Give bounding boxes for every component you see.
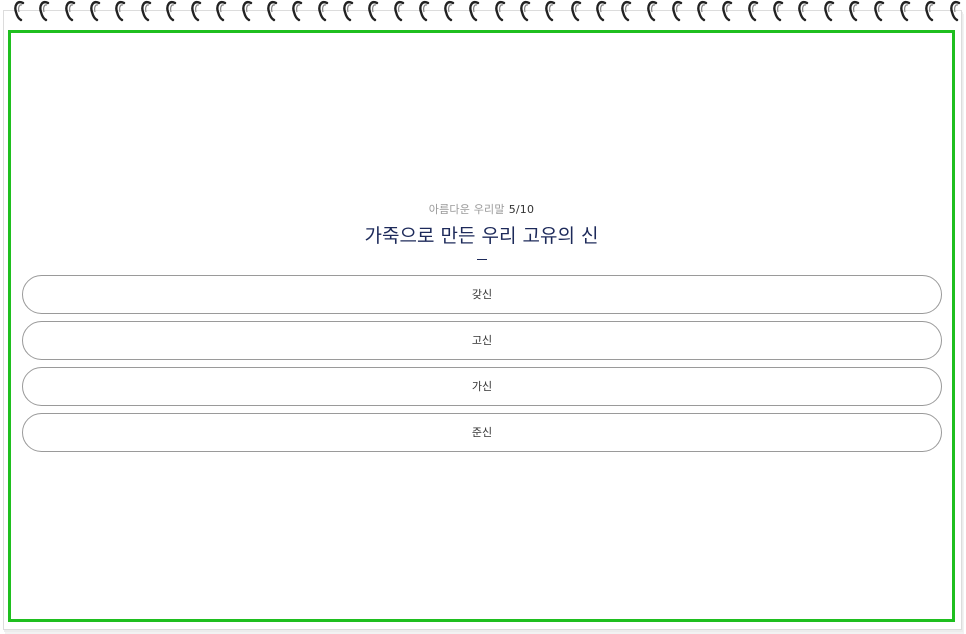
spiral-ring-icon [140,1,151,22]
spiral-ring-icon [773,1,784,22]
question-text: 가죽으로 만든 우리 고유의 신 [364,225,599,247]
spiral-ring-icon [672,1,682,22]
spiral-ring-icon [292,1,303,22]
spiral-binding [0,0,966,22]
spiral-ring-icon [444,1,455,22]
spiral-ring-icon [241,1,252,22]
spiral-ring-icon [570,1,581,22]
spiral-ring-icon [469,1,480,22]
spiral-ring-icon [343,1,354,22]
answer-option-3[interactable]: 가신 [22,367,942,406]
spiral-ring-icon [14,1,25,22]
quiz-progress: 5/10 [508,203,535,216]
answer-option-1[interactable]: 갖신 [22,275,942,314]
spiral-ring-icon [849,1,860,22]
spiral-ring-icon [722,1,733,22]
quiz-header: 아름다운 우리말 5/10 가죽으로 만든 우리 고유의 신 [11,201,952,260]
spiral-ring-icon [419,1,429,22]
quiz-category-line: 아름다운 우리말 5/10 [11,201,952,217]
spiral-ring-icon [393,1,404,22]
spiral-ring-icon [368,1,379,22]
answer-options: 갖신 고신 가신 준신 [22,275,944,459]
spiral-ring-icon [545,1,556,22]
answer-option-4[interactable]: 준신 [22,413,942,452]
spiral-ring-icon [596,1,607,22]
spiral-ring-icon [950,1,961,22]
spiral-ring-icon [874,1,885,22]
answer-option-2[interactable]: 고신 [22,321,942,360]
spiral-ring-icon [798,1,809,22]
spiral-ring-icon [747,1,758,22]
spiral-ring-icon [90,1,101,22]
spiral-ring-icon [64,1,75,22]
quiz-category: 아름다운 우리말 [428,203,505,216]
quiz-card: 아름다운 우리말 5/10 가죽으로 만든 우리 고유의 신 갖신 고신 가신 준… [8,30,955,622]
spiral-ring-icon [899,1,910,22]
spiral-ring-icon [317,1,328,22]
spiral-ring-icon [520,1,531,22]
spiral-ring-icon [621,1,632,22]
spiral-ring-icon [191,1,202,22]
spiral-ring-icon [267,1,278,22]
spiral-ring-icon [823,1,834,22]
spiral-ring-icon [697,1,708,22]
spiral-ring-icon [216,1,227,22]
spiral-ring-icon [494,1,505,22]
spiral-ring-icon [115,1,126,22]
question-underline [476,259,487,260]
spiral-ring-icon [39,1,50,22]
spiral-ring-icon [166,1,176,22]
spiral-ring-icon [646,1,657,22]
spiral-ring-icon [925,1,935,22]
